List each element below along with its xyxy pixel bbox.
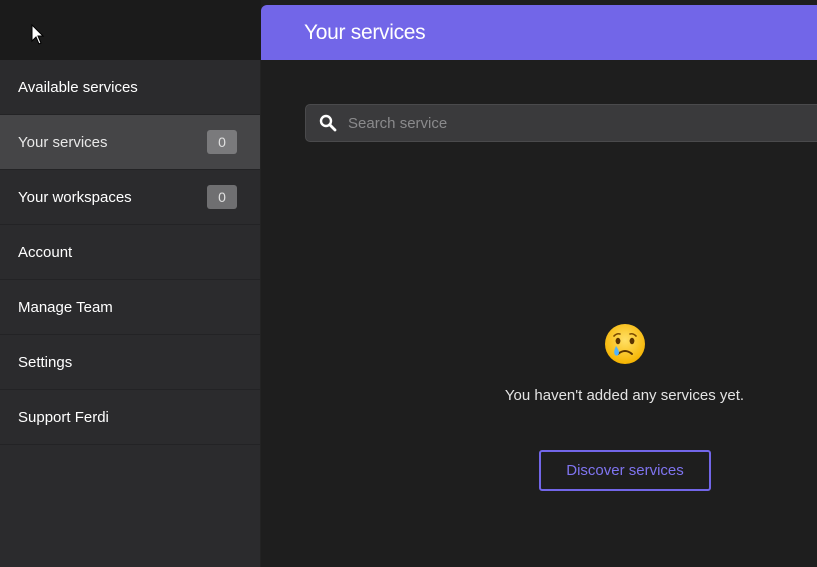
sidebar-item-label: Settings bbox=[18, 353, 73, 371]
search-box[interactable] bbox=[305, 104, 817, 142]
discover-services-button[interactable]: Discover services bbox=[539, 450, 711, 491]
sidebar-item-support-ferdi[interactable]: Support Ferdi bbox=[0, 390, 260, 445]
sidebar-item-label: Your services bbox=[18, 133, 108, 151]
page-header: Your services bbox=[261, 5, 817, 60]
sidebar-item-label: Support Ferdi bbox=[18, 408, 109, 426]
sidebar-item-label: Manage Team bbox=[18, 298, 113, 316]
mouse-cursor-icon bbox=[31, 24, 45, 45]
sidebar-item-settings[interactable]: Settings bbox=[0, 335, 260, 390]
sidebar-item-account[interactable]: Account bbox=[0, 225, 260, 280]
workspaces-count-badge: 0 bbox=[207, 185, 237, 209]
sidebar-item-your-services[interactable]: Your services 0 bbox=[0, 115, 260, 170]
sidebar-item-label: Account bbox=[18, 243, 73, 261]
sidebar-item-your-workspaces[interactable]: Your workspaces 0 bbox=[0, 170, 260, 225]
app-window: Available services Your services 0 Your … bbox=[0, 0, 817, 567]
titlebar bbox=[0, 0, 261, 60]
sidebar-item-label: Available services bbox=[18, 78, 138, 96]
page-title: Your services bbox=[304, 21, 426, 44]
main-content: Your services You haven't bbox=[261, 0, 817, 567]
sidebar-item-label: Your workspaces bbox=[18, 188, 132, 206]
sidebar-item-manage-team[interactable]: Manage Team bbox=[0, 280, 260, 335]
sidebar-item-available-services[interactable]: Available services bbox=[0, 60, 260, 115]
search-icon bbox=[319, 114, 337, 132]
services-count-badge: 0 bbox=[207, 130, 237, 154]
empty-state-message: You haven't added any services yet. bbox=[504, 387, 745, 404]
crying-face-icon bbox=[605, 324, 645, 364]
search-input[interactable] bbox=[348, 105, 808, 141]
sidebar: Available services Your services 0 Your … bbox=[0, 60, 261, 567]
